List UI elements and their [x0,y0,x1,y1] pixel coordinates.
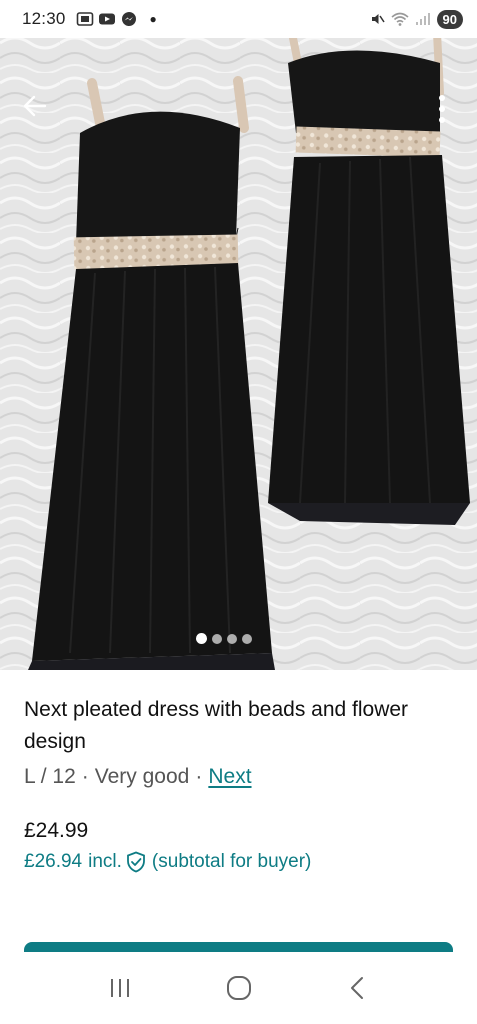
pager-dot[interactable] [196,633,207,644]
brand-link[interactable]: Next [208,761,251,793]
chevron-left-icon [350,977,363,999]
back-nav-button[interactable] [338,968,378,1008]
youtube-icon [98,11,116,27]
more-notifications-dot: ● [149,12,157,26]
item-price: £24.99 [24,819,89,842]
item-meta: L / 12 · Very good · Next [24,761,464,793]
product-image-gallery[interactable] [0,33,477,670]
item-title: Next pleated dress with beads and flower… [24,698,409,753]
messenger-icon [120,11,138,27]
shield-check-icon [126,851,146,873]
meta-separator: · [195,765,203,788]
price-incl-protection[interactable]: £26.94 incl. (subtotal for buyer) [24,848,464,876]
product-photo [0,33,477,670]
price-incl-value: £26.94 [24,851,83,872]
item-size: L / 12 [24,765,76,788]
home-icon [226,976,251,1000]
status-bar: 12:30 ● 90 [0,0,477,38]
pager-dot[interactable] [242,633,252,644]
notification-icons: ● [76,11,157,27]
item-details: Next pleated dress with beads and flower… [24,694,464,876]
screenshot-icon [76,11,94,27]
status-right: 90 [369,9,463,29]
recent-apps-icon [110,979,129,997]
item-condition: Very good [94,765,190,788]
status-left: 12:30 ● [22,9,157,29]
home-button[interactable] [219,968,259,1008]
status-time: 12:30 [22,9,66,28]
product-screen: 12:30 ● 90 Next pleated dress with beads… [0,0,477,1024]
more-vertical-icon [439,95,445,123]
arrow-left-icon [23,95,47,117]
more-options-button[interactable] [427,91,457,127]
meta-separator: · [81,765,89,788]
incl-label: incl. [88,851,122,872]
wifi-icon [391,11,409,27]
battery-indicator: 90 [436,9,463,29]
pager-dot[interactable] [227,633,237,644]
incl-note: (subtotal for buyer) [151,851,312,872]
recent-apps-button[interactable] [100,968,140,1008]
mute-icon [369,11,385,27]
system-navigation-bar [0,952,477,1024]
signal-icon [415,11,431,27]
gallery-pager [196,633,252,644]
back-button[interactable] [20,91,50,121]
pager-dot[interactable] [212,633,222,644]
